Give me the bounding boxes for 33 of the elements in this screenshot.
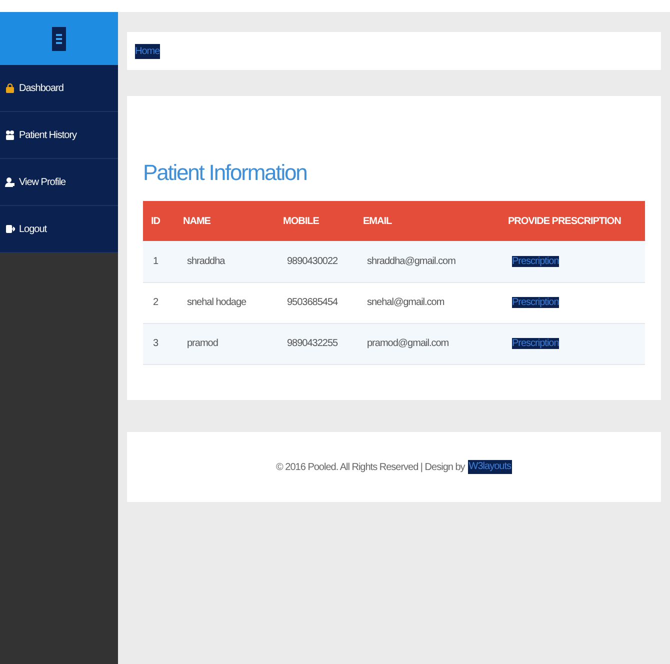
users-icon [5,130,15,140]
panel-title: Patient Information [143,159,308,187]
column-header: ID [143,201,175,241]
table-cell: snehal hodage [175,282,275,323]
table-cell: snehal@gmail.com [355,282,500,323]
sidebar-item[interactable]: Patient History [0,112,118,159]
sidebar-item[interactable]: View Profile [0,159,118,206]
sidebar-item[interactable]: Logout [0,206,118,253]
home-link[interactable]: Home [135,44,160,58]
prescription-link[interactable]: Prescription [512,338,559,349]
table-cell: 3 [143,323,175,364]
prescription-link[interactable]: Prescription [512,256,559,267]
menu-button[interactable] [52,26,66,50]
w3layouts-link[interactable]: W3layouts [468,460,512,474]
column-header: NAME [175,201,275,241]
table-cell: 9890430022 [275,241,355,282]
column-header: EMAIL [355,201,500,241]
lock-icon [5,83,15,93]
sidebar-item[interactable]: Dashboard [0,65,118,112]
table-cell: shraddha@gmail.com [355,241,500,282]
column-header: PROVIDE PRESCRIPTION [500,201,645,241]
logout-icon [5,224,15,234]
table-cell: pramod@gmail.com [355,323,500,364]
table-cell: 2 [143,282,175,323]
prescription-link[interactable]: Prescription [512,297,559,308]
copyright-text: © 2016 Pooled. All Rights Reserved | Design by [276,460,465,474]
table-cell: 1 [143,241,175,282]
table-cell: pramod [175,323,275,364]
table-cell: 9503685454 [275,282,355,323]
column-header: MOBILE [275,201,355,241]
table-cell: shraddha [175,241,275,282]
table-cell: 9890432255 [275,323,355,364]
user-icon [5,177,15,187]
